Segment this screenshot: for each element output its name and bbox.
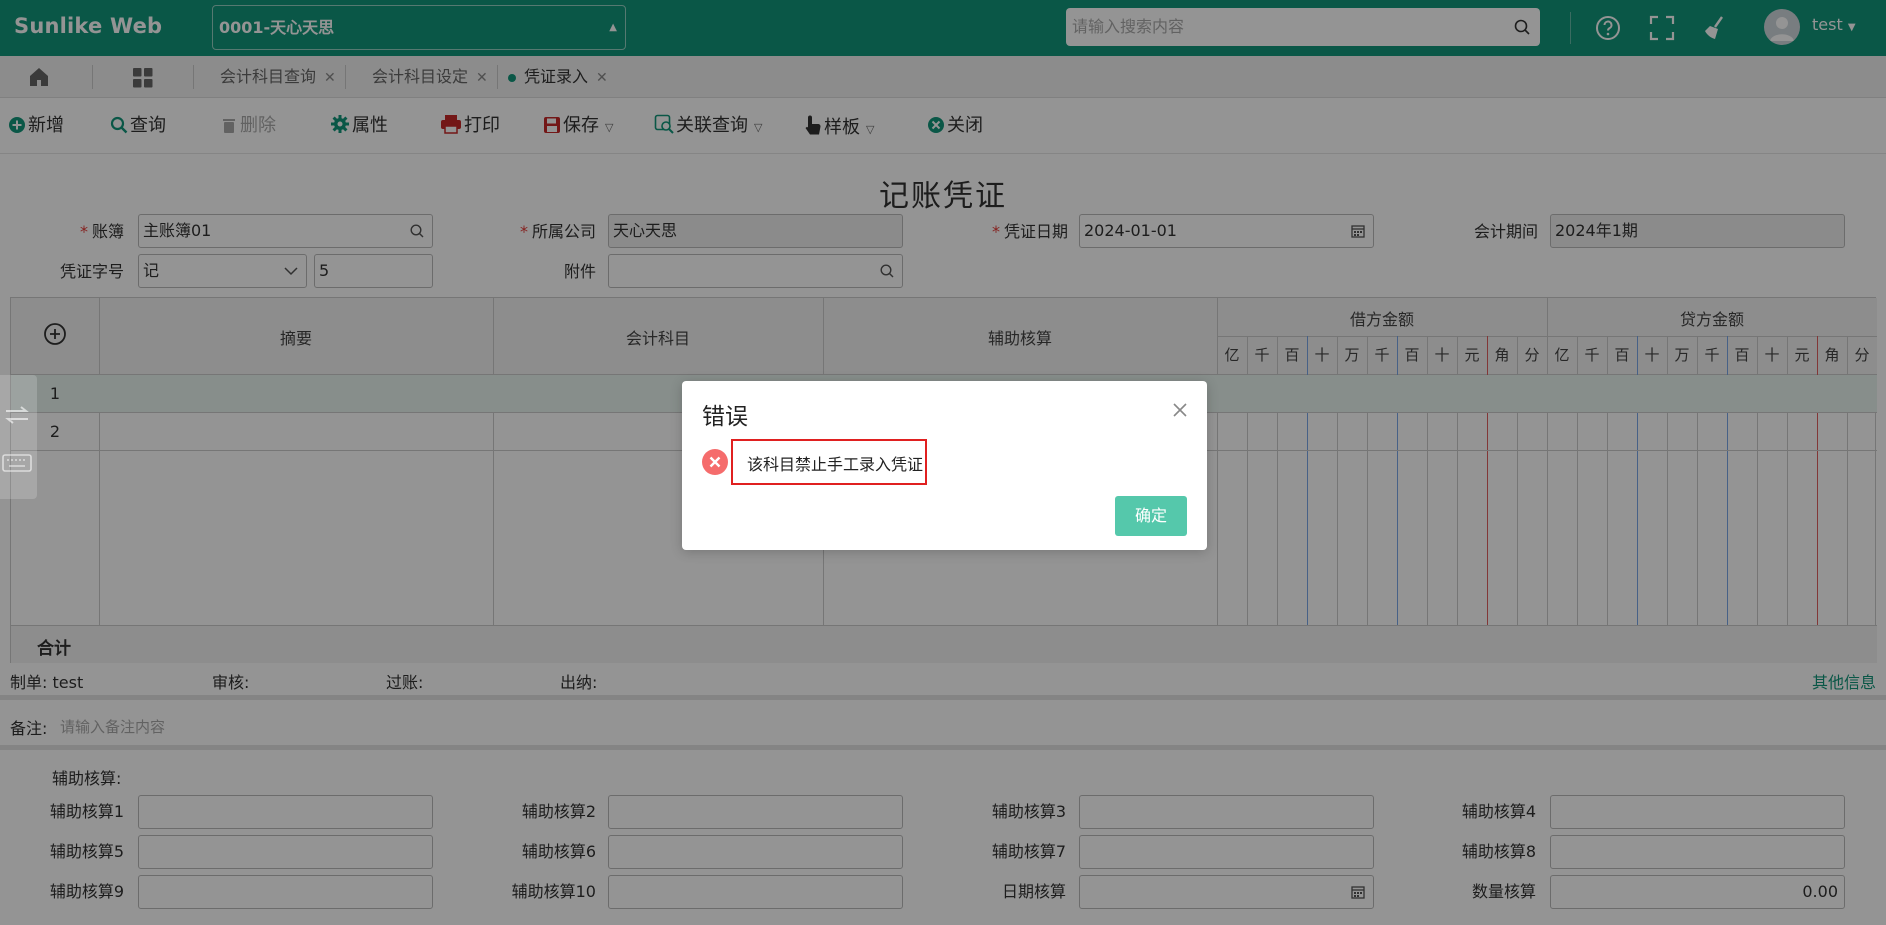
- confirm-button[interactable]: 确定: [1115, 496, 1187, 536]
- swap-arrows-icon: [5, 406, 29, 424]
- close-icon[interactable]: [1173, 403, 1187, 417]
- error-icon: [702, 449, 728, 475]
- dialog-title: 错误: [702, 404, 748, 430]
- keyboard-icon: [2, 454, 32, 472]
- error-message: 该科目禁止手工录入凭证: [747, 455, 924, 474]
- error-message-highlight: 该科目禁止手工录入凭证: [731, 439, 927, 485]
- side-panel-handle[interactable]: [0, 375, 37, 499]
- error-dialog: 错误 该科目禁止手工录入凭证 确定: [682, 381, 1207, 550]
